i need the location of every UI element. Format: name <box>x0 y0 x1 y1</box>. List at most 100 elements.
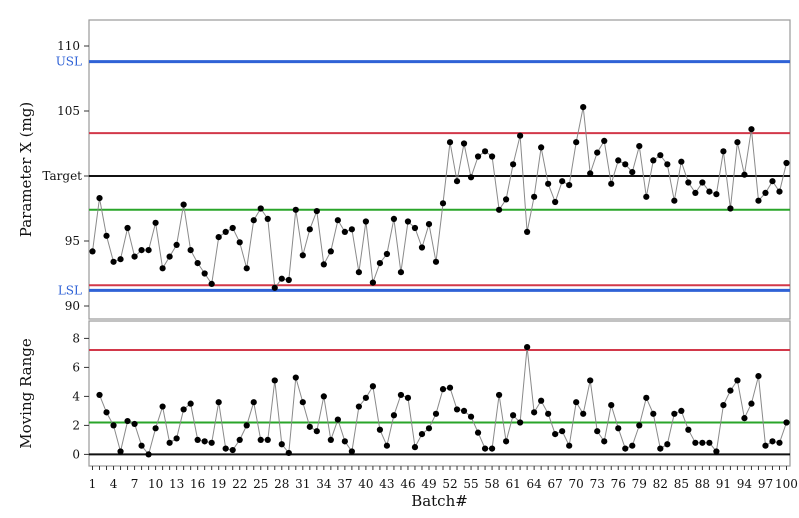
data-point <box>531 409 538 416</box>
data-point <box>306 423 313 430</box>
data-point <box>467 413 475 420</box>
data-point <box>474 429 482 436</box>
data-point <box>299 252 306 259</box>
y-tick-label: 105 <box>57 104 80 118</box>
data-point <box>643 193 650 200</box>
data-point <box>446 384 454 391</box>
data-point <box>222 445 229 452</box>
data-point <box>615 157 622 164</box>
data-point <box>460 140 468 147</box>
x-tick-label: 52 <box>442 477 457 491</box>
x-tick-label: 85 <box>674 477 689 491</box>
data-point <box>131 420 138 428</box>
data-point <box>250 217 257 224</box>
data-point <box>432 410 440 417</box>
x-tick-label: 67 <box>548 477 563 491</box>
data-point <box>741 171 748 178</box>
data-point <box>425 221 433 228</box>
data-point <box>629 442 636 449</box>
data-point <box>152 425 159 432</box>
data-point <box>762 189 769 196</box>
data-point <box>538 397 545 404</box>
data-point <box>152 219 159 226</box>
data-point <box>124 224 131 232</box>
data-point <box>706 188 713 195</box>
data-point <box>215 399 222 406</box>
data-point <box>601 438 608 445</box>
data-point <box>194 260 201 267</box>
data-point <box>131 253 138 260</box>
data-point <box>362 394 369 401</box>
x-tick-label: 46 <box>400 477 415 491</box>
data-point <box>699 439 706 446</box>
data-point <box>488 445 496 452</box>
series-line <box>99 347 787 456</box>
data-point <box>671 197 678 204</box>
data-point <box>103 409 110 416</box>
data-point <box>692 439 699 446</box>
data-point <box>524 228 531 235</box>
data-point <box>650 157 657 164</box>
y-tick-label: 4 <box>72 389 80 403</box>
data-point <box>313 208 320 215</box>
data-point <box>713 191 720 198</box>
x-tick-label: 13 <box>169 477 184 491</box>
data-point <box>397 391 405 399</box>
data-point <box>264 215 271 222</box>
data-point <box>643 394 650 401</box>
data-point <box>194 436 201 443</box>
data-point <box>355 269 362 276</box>
data-point <box>727 205 734 212</box>
data-point <box>510 161 517 168</box>
data-point <box>734 377 741 384</box>
data-point <box>320 261 327 268</box>
data-point <box>720 402 727 409</box>
data-point <box>208 439 215 446</box>
data-point <box>271 284 278 291</box>
data-point <box>783 159 790 167</box>
data-point <box>243 265 250 272</box>
data-point <box>110 422 117 429</box>
data-point <box>769 438 776 445</box>
data-point <box>706 439 713 446</box>
data-point <box>341 438 348 445</box>
data-point <box>720 148 727 155</box>
data-point <box>510 412 517 419</box>
data-point <box>229 446 236 454</box>
data-point <box>664 161 671 168</box>
data-point <box>187 400 194 407</box>
data-point <box>236 239 243 246</box>
data-point <box>566 442 573 449</box>
x-tick-label: 94 <box>737 477 753 491</box>
data-point <box>159 265 166 272</box>
data-point <box>89 248 96 255</box>
data-point <box>622 161 629 168</box>
data-point <box>369 383 377 390</box>
data-point <box>292 206 299 213</box>
data-point <box>159 403 166 410</box>
y-axis-title: Parameter X (mg) <box>17 102 35 237</box>
data-point <box>481 148 489 155</box>
data-point <box>411 444 419 451</box>
x-tick-label: 100 <box>775 477 798 491</box>
data-point <box>713 448 720 455</box>
data-point <box>383 442 391 449</box>
data-point <box>404 394 412 401</box>
data-point <box>292 374 299 381</box>
reference-line-label: USL <box>56 55 82 69</box>
data-point <box>229 224 236 232</box>
data-point <box>369 279 377 286</box>
data-point <box>495 391 503 399</box>
x-tick-label: 4 <box>110 477 118 491</box>
data-point <box>355 403 362 410</box>
x-tick-label: 55 <box>463 477 478 491</box>
reference-line-label: LSL <box>58 283 82 297</box>
x-tick-label: 76 <box>611 477 626 491</box>
x-tick-label: 82 <box>653 477 668 491</box>
plot-frame-0 <box>88 19 791 320</box>
data-point <box>734 139 741 146</box>
data-point <box>313 428 320 435</box>
data-point <box>418 431 426 438</box>
data-point <box>243 422 250 429</box>
data-point <box>334 217 341 224</box>
